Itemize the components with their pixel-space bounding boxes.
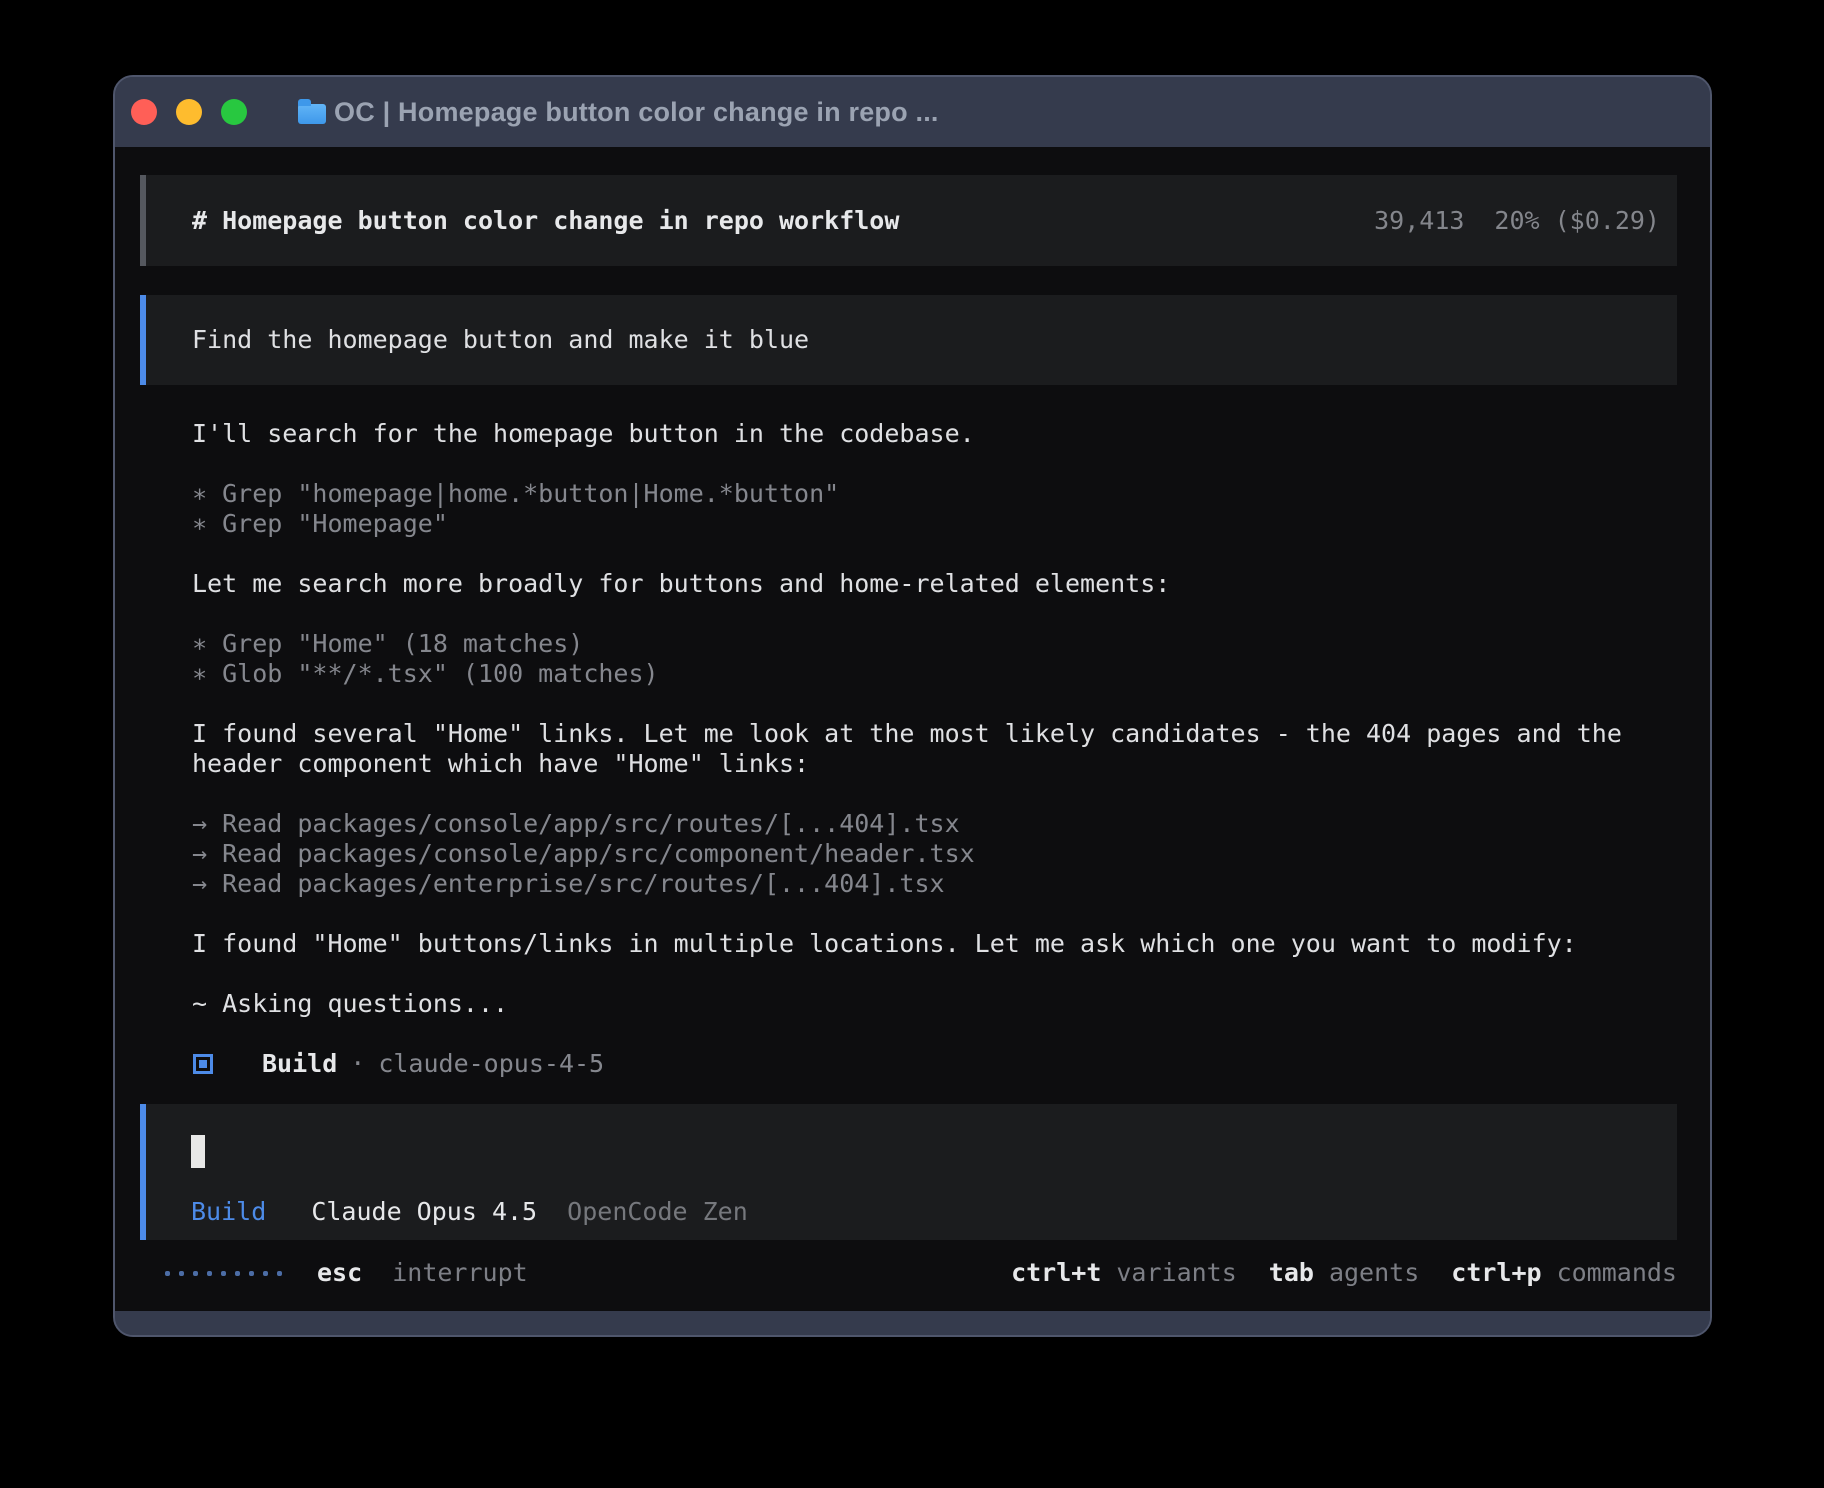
input-agent-mode[interactable]: Build [191,1197,266,1226]
context-cost: 20% ($0.29) [1494,206,1660,236]
spinner-dot [235,1271,240,1276]
terminal-window: OC | Homepage button color change in rep… [113,75,1712,1337]
session-title: # Homepage button color change in repo w… [192,206,899,236]
assistant-text-line: ~ Asking questions... [192,989,1677,1019]
tool-call-line: ∗ Grep "Home" (18 matches) [192,629,1677,659]
desktop: OC | Homepage button color change in rep… [0,0,1824,1488]
assistant-output: I'll search for the homepage button in t… [192,419,1677,1019]
separator-dot: · [350,1049,365,1079]
shortcut-key: ctrl+p [1451,1258,1541,1287]
zoom-button[interactable] [221,99,247,125]
status-left: esc interrupt [165,1258,528,1288]
folder-icon [298,104,326,124]
spinner-dot [277,1271,282,1276]
shortcut-interrupt: esc interrupt [317,1258,528,1288]
user-message: Find the homepage button and make it blu… [140,295,1677,385]
session-header: # Homepage button color change in repo w… [140,175,1677,266]
assistant-text-line: I found "Home" buttons/links in multiple… [192,929,1677,959]
prompt-input[interactable]: Build Claude Opus 4.5 OpenCode Zen [140,1104,1677,1240]
assistant-text-line: I found several "Home" links. Let me loo… [192,719,1677,779]
input-provider: OpenCode Zen [567,1197,748,1226]
tool-call-line: ∗ Grep "homepage|home.*button|Home.*butt… [192,479,1677,509]
shortcut-key: ctrl+t [1011,1258,1101,1287]
spinner-dot [221,1271,226,1276]
window-title: OC | Homepage button color change in rep… [334,97,939,128]
spinner-dot [249,1271,254,1276]
spinner-dots [165,1271,282,1276]
shortcut-key: tab [1269,1258,1314,1287]
terminal-content: # Homepage button color change in repo w… [115,147,1710,1311]
tool-call-line: → Read packages/console/app/src/componen… [192,839,1677,869]
status-bar: esc interrupt ctrl+tvariantstabagentsctr… [165,1258,1677,1288]
assistant-text-line: Let me search more broadly for buttons a… [192,569,1677,599]
shortcut-commands: ctrl+p commands [1451,1258,1677,1288]
spinner-dot [179,1271,184,1276]
status-right: ctrl+t variants tab agents ctrl+p commands [1011,1258,1677,1288]
window-bottom-edge [115,1311,1710,1335]
build-agent-icon [193,1054,213,1074]
tool-call-line: ∗ Glob "**/*.tsx" (100 matches) [192,659,1677,689]
shortcut-agents: tab agents [1269,1258,1419,1288]
shortcut-label: variants [1116,1258,1236,1287]
agent-model: claude-opus-4-5 [378,1049,604,1079]
assistant-text-line: I'll search for the homepage button in t… [192,419,1677,449]
tool-call-line: → Read packages/console/app/src/routes/[… [192,809,1677,839]
spinner-dot [165,1271,170,1276]
spinner-dot [263,1271,268,1276]
tool-call-line: ∗ Grep "Homepage" [192,509,1677,539]
close-button[interactable] [131,99,157,125]
minimize-button[interactable] [176,99,202,125]
input-model[interactable]: Claude Opus 4.5 [311,1197,537,1226]
shortcut-variants: ctrl+t variants [1011,1258,1237,1288]
agent-status-row: Build · claude-opus-4-5 [193,1049,1710,1079]
user-message-text: Find the homepage button and make it blu… [192,325,809,355]
spinner-dot [193,1271,198,1276]
agent-name: Build [262,1049,337,1079]
text-cursor [191,1135,205,1168]
spinner-dot [207,1271,212,1276]
token-count: 39,413 [1374,206,1464,236]
tool-call-line: → Read packages/enterprise/src/routes/[.… [192,869,1677,899]
shortcut-label: commands [1557,1258,1677,1287]
shortcut-key: esc [317,1258,362,1287]
shortcut-label: agents [1329,1258,1419,1287]
session-stats: 39,413 20% ($0.29) [1374,206,1660,236]
input-meta: Build Claude Opus 4.5 OpenCode Zen [191,1197,748,1227]
titlebar[interactable]: OC | Homepage button color change in rep… [115,77,1710,147]
shortcut-label: interrupt [392,1258,527,1287]
